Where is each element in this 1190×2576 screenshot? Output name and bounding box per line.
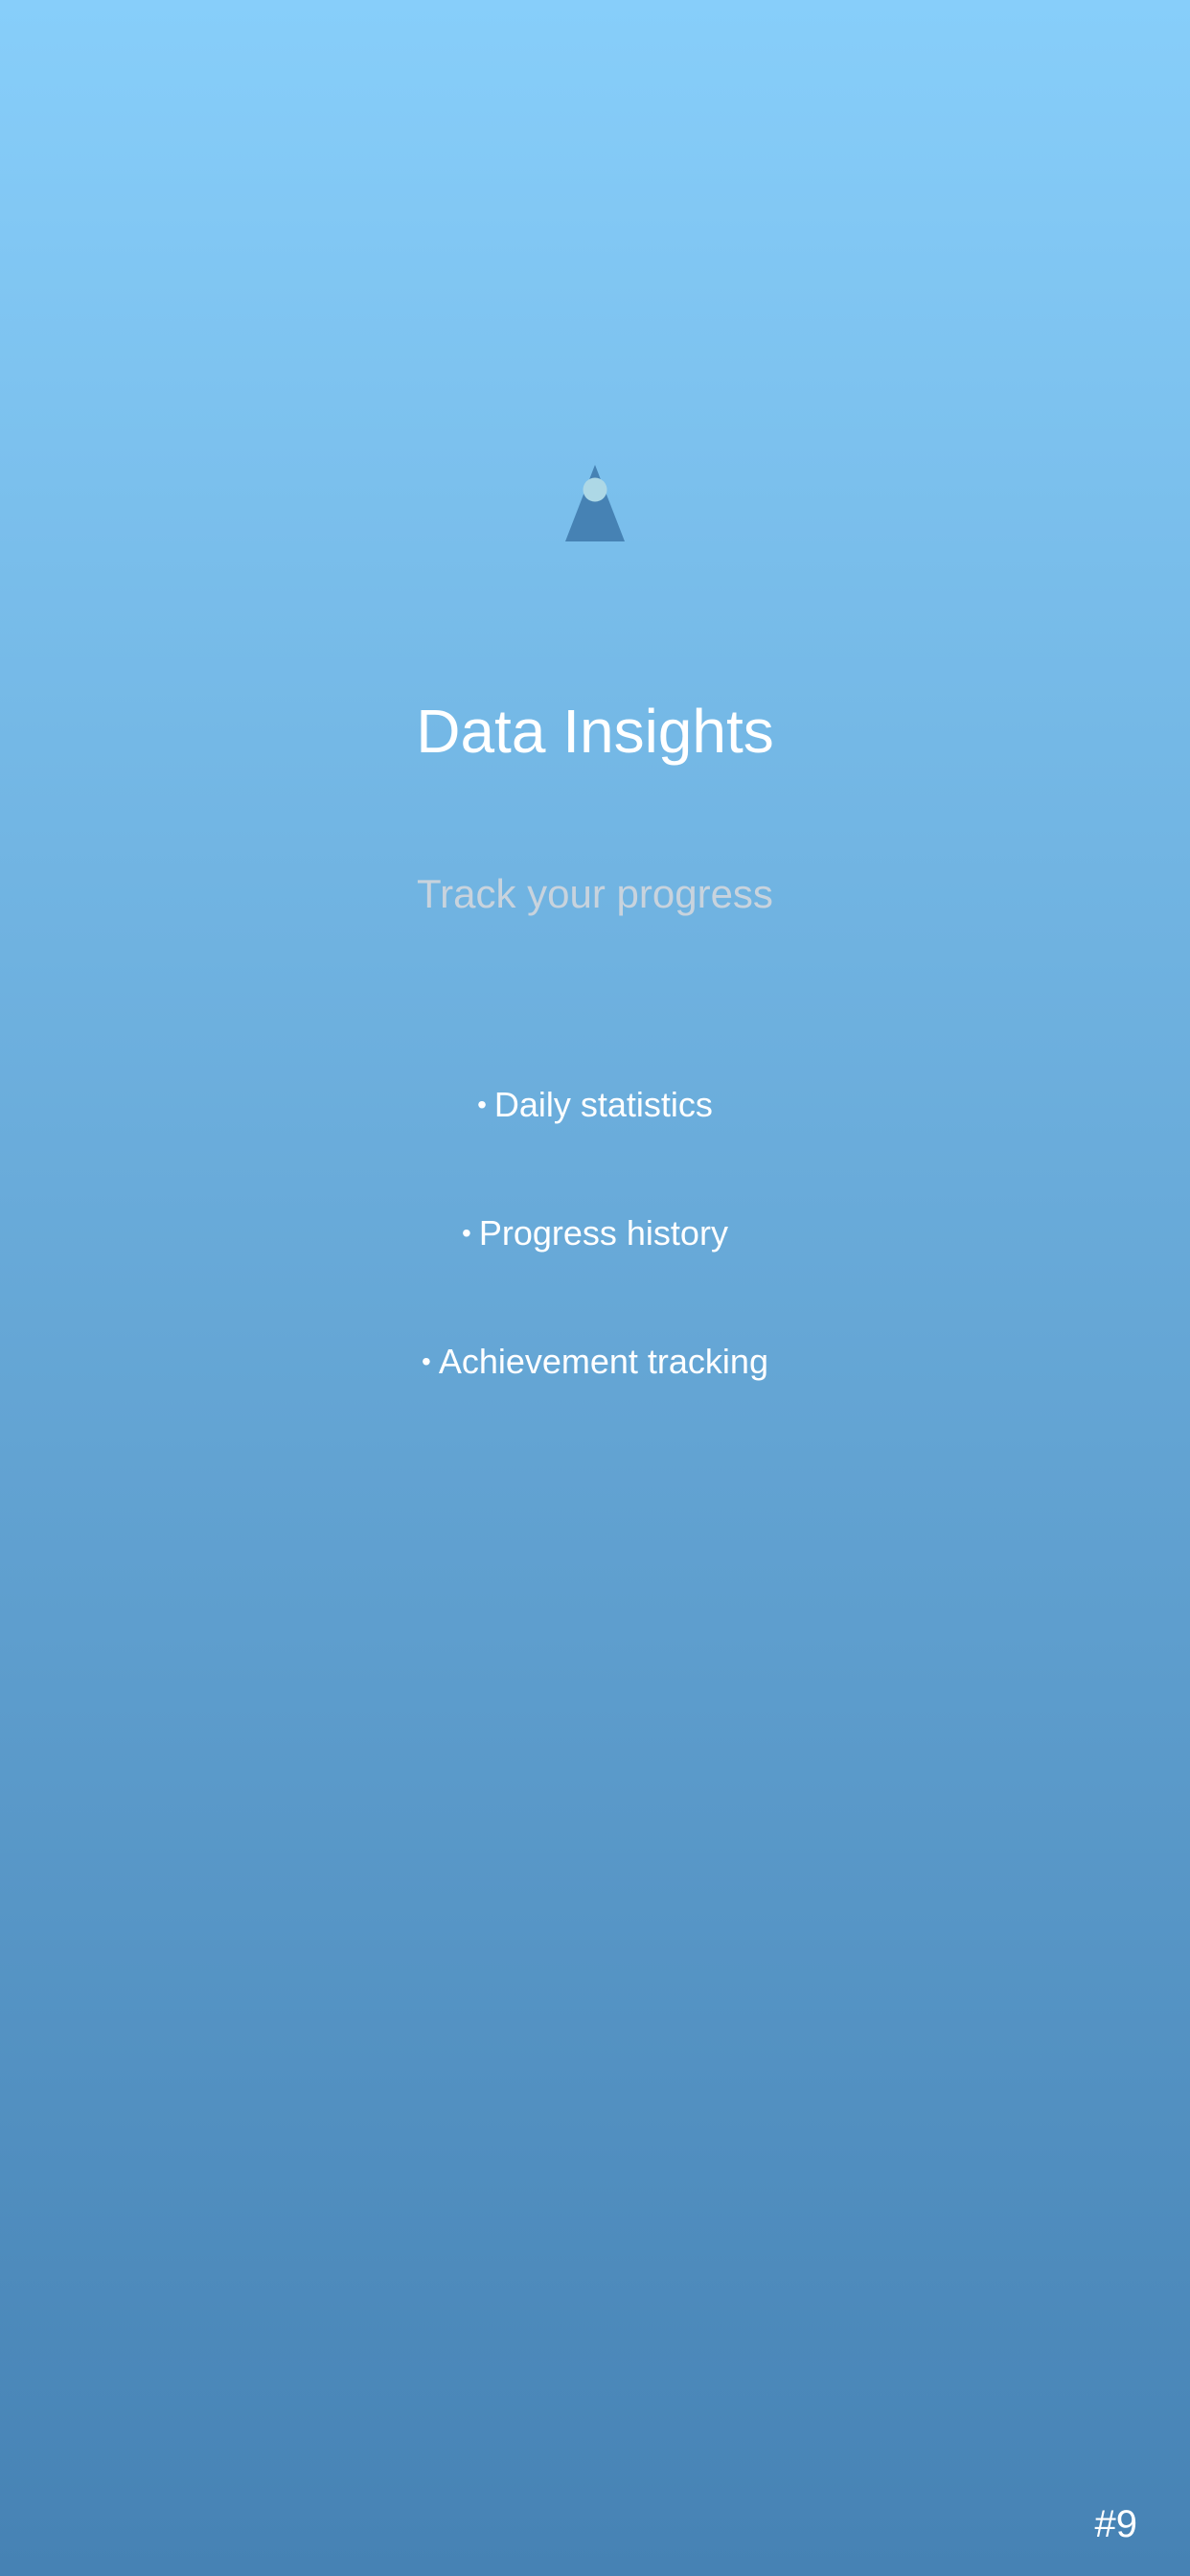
logo-circle <box>583 477 607 502</box>
feature-list: • Daily statistics • Progress history • Ach… <box>0 1078 1190 1463</box>
feature-label: Achievement tracking <box>438 1342 768 1381</box>
feature-label: Progress history <box>478 1213 728 1253</box>
feature-item-progress-history: • Progress history <box>0 1207 1190 1335</box>
peak-logo-icon <box>565 465 625 541</box>
page-subtitle: Track your progress <box>417 871 773 916</box>
page-title: Data Insights <box>416 697 774 766</box>
onboarding-screen: Data Insights Track your progress • Daily… <box>0 0 1190 2576</box>
bullet-icon: • <box>462 1218 471 1248</box>
feature-item-daily-statistics: • Daily statistics <box>0 1078 1190 1207</box>
page-number: #9 <box>1094 2503 1138 2545</box>
bullet-icon: • <box>422 1346 431 1376</box>
feature-label: Daily statistics <box>493 1085 713 1124</box>
feature-item-achievement-tracking: • Achievement tracking <box>0 1335 1190 1463</box>
bullet-icon: • <box>477 1090 487 1119</box>
logo-triangle <box>565 465 625 541</box>
